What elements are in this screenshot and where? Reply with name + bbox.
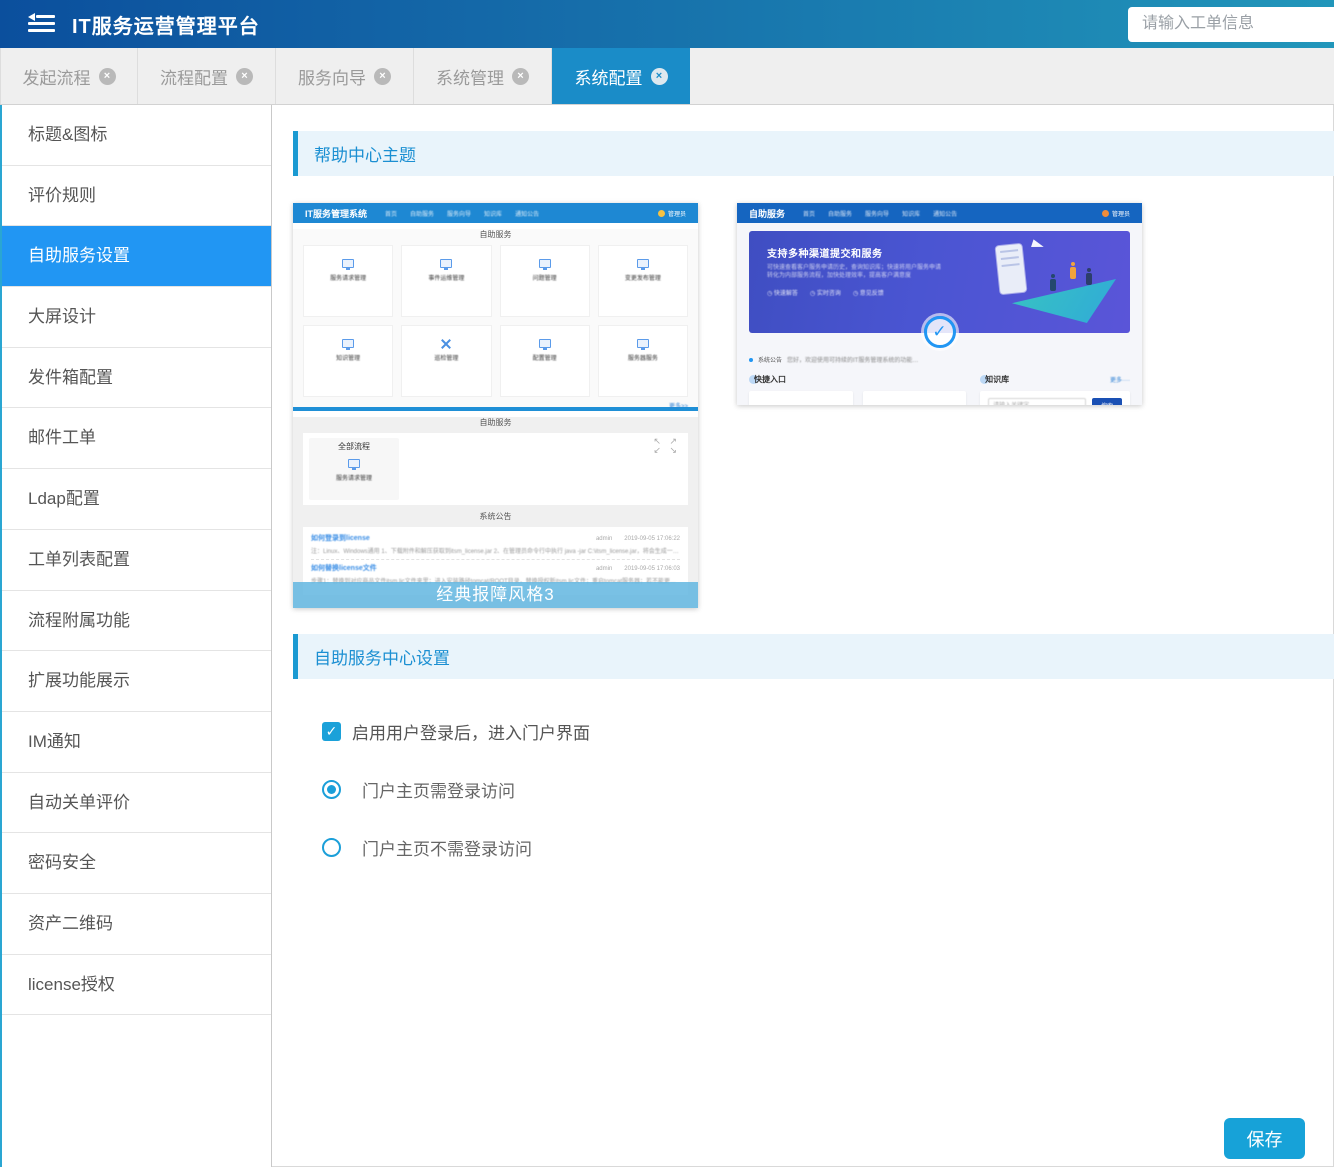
paper-plane-icon <box>1031 239 1045 250</box>
menu-toggle-icon[interactable] <box>28 15 55 33</box>
mini-quick-entry: 快捷入口 111 + 您可自定义服务 <box>749 374 966 405</box>
mini-card: 问题管理 <box>500 245 590 317</box>
mini-section-heading: 自助服务 <box>303 229 688 240</box>
mini-card: 事件运维管理 <box>401 245 491 317</box>
monitor-icon <box>539 259 551 268</box>
search-input[interactable] <box>1128 7 1334 42</box>
phone-icon <box>996 244 1027 294</box>
tab-start-process[interactable]: 发起流程 × <box>0 48 138 104</box>
enable-portal-after-login-row[interactable]: ✓ 启用用户登录后，进入门户界面 <box>322 719 1334 744</box>
mini-user: 管理员 <box>1102 209 1130 218</box>
save-button[interactable]: 保存 <box>1224 1118 1305 1159</box>
checkbox-checked-icon[interactable]: ✓ <box>322 722 341 741</box>
mini-quick-card: 111 + <box>749 391 853 405</box>
app-window: IT服务运营管理平台 发起流程 × 流程配置 × 服务向导 × 系统管理 × 系… <box>0 0 1334 1167</box>
sidebar-item-asset-qrcode[interactable]: 资产二维码 <box>2 894 271 955</box>
top-header: IT服务运营管理平台 <box>0 0 1334 48</box>
main-content: 帮助中心主题 IT服务管理系统 首页 自助服务 服务向导 知识库 通知公告 <box>272 105 1334 1167</box>
monitor-icon <box>440 259 452 268</box>
sidebar-item-auto-close-rating[interactable]: 自动关单评价 <box>2 773 271 834</box>
tab-label: 系统管理 <box>436 64 504 89</box>
mini-card: 服务请求管理 <box>303 245 393 317</box>
mini-search-input <box>988 398 1086 405</box>
tab-label: 发起流程 <box>23 64 91 89</box>
monitor-icon <box>637 339 649 348</box>
bullet-icon <box>749 358 753 362</box>
section-header-help-theme: 帮助中心主题 <box>293 131 1334 176</box>
portal-login-required-radio-row[interactable]: 门户主页需登录访问 <box>322 777 1334 802</box>
portal-login-not-required-radio-row[interactable]: 门户主页不需登录访问 <box>322 835 1334 860</box>
monitor-icon <box>348 459 360 468</box>
monitor-icon <box>637 259 649 268</box>
tab-system-manage[interactable]: 系统管理 × <box>414 48 552 104</box>
sidebar-item-license-auth[interactable]: license授权 <box>2 955 271 1016</box>
radio-unselected-icon[interactable] <box>322 838 341 857</box>
box-icon <box>342 339 354 348</box>
tab-close-icon[interactable]: × <box>512 68 529 85</box>
theme-option-portal[interactable]: 自助服务 首页 自助服务 服务向导 知识库 通知公告 管理员 <box>737 203 1142 405</box>
avatar <box>658 210 665 217</box>
more-link: 更多···· <box>1110 375 1130 384</box>
tab-close-icon[interactable]: × <box>651 68 668 85</box>
tab-close-icon[interactable]: × <box>99 68 116 85</box>
tab-close-icon[interactable]: × <box>236 68 253 85</box>
theme-caption: 经典报障风格3 <box>293 582 698 608</box>
mini-search-button: 搜索 <box>1092 398 1122 405</box>
sidebar: 标题&图标 评价规则 自助服务设置 大屏设计 发件箱配置 邮件工单 Ldap配置… <box>0 105 272 1167</box>
mini-card: 变更发布管理 <box>598 245 688 317</box>
tab-close-icon[interactable]: × <box>374 68 391 85</box>
tools-icon <box>440 339 452 348</box>
tab-label: 流程配置 <box>160 64 228 89</box>
tab-label: 系统配置 <box>575 64 643 89</box>
sidebar-item-rating-rules[interactable]: 评价规则 <box>2 166 271 227</box>
tab-process-config[interactable]: 流程配置 × <box>138 48 276 104</box>
section-title: 帮助中心主题 <box>314 141 416 166</box>
sidebar-item-outbox-config[interactable]: 发件箱配置 <box>2 348 271 409</box>
sidebar-item-mail-ticket[interactable]: 邮件工单 <box>2 408 271 469</box>
mini-flow-card: 全部流程 服务请求管理 <box>309 438 399 500</box>
monitor-icon <box>539 339 551 348</box>
theme-option-classic3[interactable]: IT服务管理系统 首页 自助服务 服务向导 知识库 通知公告 管理员 <box>293 203 698 608</box>
mini-hero-banner: 支持多种渠道提交和服务 可快速查看客户服务申请历史，查询知识库；快速将用户服务申… <box>749 231 1130 333</box>
sidebar-item-process-extra[interactable]: 流程附属功能 <box>2 591 271 652</box>
tab-service-guide[interactable]: 服务向导 × <box>276 48 414 104</box>
mini-card: 配置管理 <box>500 325 590 397</box>
mini-card: 知识管理 <box>303 325 393 397</box>
mini-announce-heading: 系统公告 <box>293 511 698 522</box>
mini-card: 服务器服务 <box>598 325 688 397</box>
sidebar-item-ldap-config[interactable]: Ldap配置 <box>2 469 271 530</box>
monitor-icon <box>342 259 354 268</box>
app-title: IT服务运营管理平台 <box>72 10 260 39</box>
tab-system-config[interactable]: 系统配置 × <box>552 48 690 104</box>
mini-quick-card: 您可自定义服务 + <box>863 391 967 405</box>
checkmark-badge-icon: ✓ <box>924 316 956 348</box>
sidebar-item-title-icon[interactable]: 标题&图标 <box>2 105 271 166</box>
section-title: 自助服务中心设置 <box>314 644 450 669</box>
mini-section-heading: 自助服务 <box>293 417 698 428</box>
mini-navbar: IT服务管理系统 首页 自助服务 服务向导 知识库 通知公告 管理员 <box>293 203 698 223</box>
sidebar-item-bigscreen-design[interactable]: 大屏设计 <box>2 287 271 348</box>
sidebar-item-ticket-list-config[interactable]: 工单列表配置 <box>2 530 271 591</box>
mini-card: 巡检管理 <box>401 325 491 397</box>
sidebar-item-extension-display[interactable]: 扩展功能展示 <box>2 651 271 712</box>
sidebar-item-selfservice-settings[interactable]: 自助服务设置 <box>2 226 271 287</box>
radio-label: 门户主页不需登录访问 <box>362 835 532 860</box>
section-header-selfservice-settings: 自助服务中心设置 <box>293 634 1334 679</box>
mini-knowledge-base: 知识库 更多···· 搜索 OA办公 行政管理 <box>980 374 1130 405</box>
fullscreen-expand-icon: ↖ ↗↙ ↘ <box>653 437 680 455</box>
tab-bar: 发起流程 × 流程配置 × 服务向导 × 系统管理 × 系统配置 × <box>0 48 1334 105</box>
theme-thumbnails: IT服务管理系统 首页 自助服务 服务向导 知识库 通知公告 管理员 <box>293 203 1334 608</box>
radio-label: 门户主页需登录访问 <box>362 777 515 802</box>
mini-user: 管理员 <box>658 209 686 218</box>
checkbox-label: 启用用户登录后，进入门户界面 <box>352 719 590 744</box>
hero-illustration <box>970 241 1120 327</box>
tab-label: 服务向导 <box>298 64 366 89</box>
mini-announcement: 如何登录到license admin2019-09-05 17:06:22 注：… <box>311 530 680 559</box>
radio-selected-icon[interactable] <box>322 780 341 799</box>
sidebar-item-password-security[interactable]: 密码安全 <box>2 833 271 894</box>
mini-navbar: 自助服务 首页 自助服务 服务向导 知识库 通知公告 管理员 <box>737 203 1142 223</box>
avatar <box>1102 210 1109 217</box>
sidebar-item-im-notify[interactable]: IM通知 <box>2 712 271 773</box>
mini-more-link: 更多>> <box>303 401 688 410</box>
